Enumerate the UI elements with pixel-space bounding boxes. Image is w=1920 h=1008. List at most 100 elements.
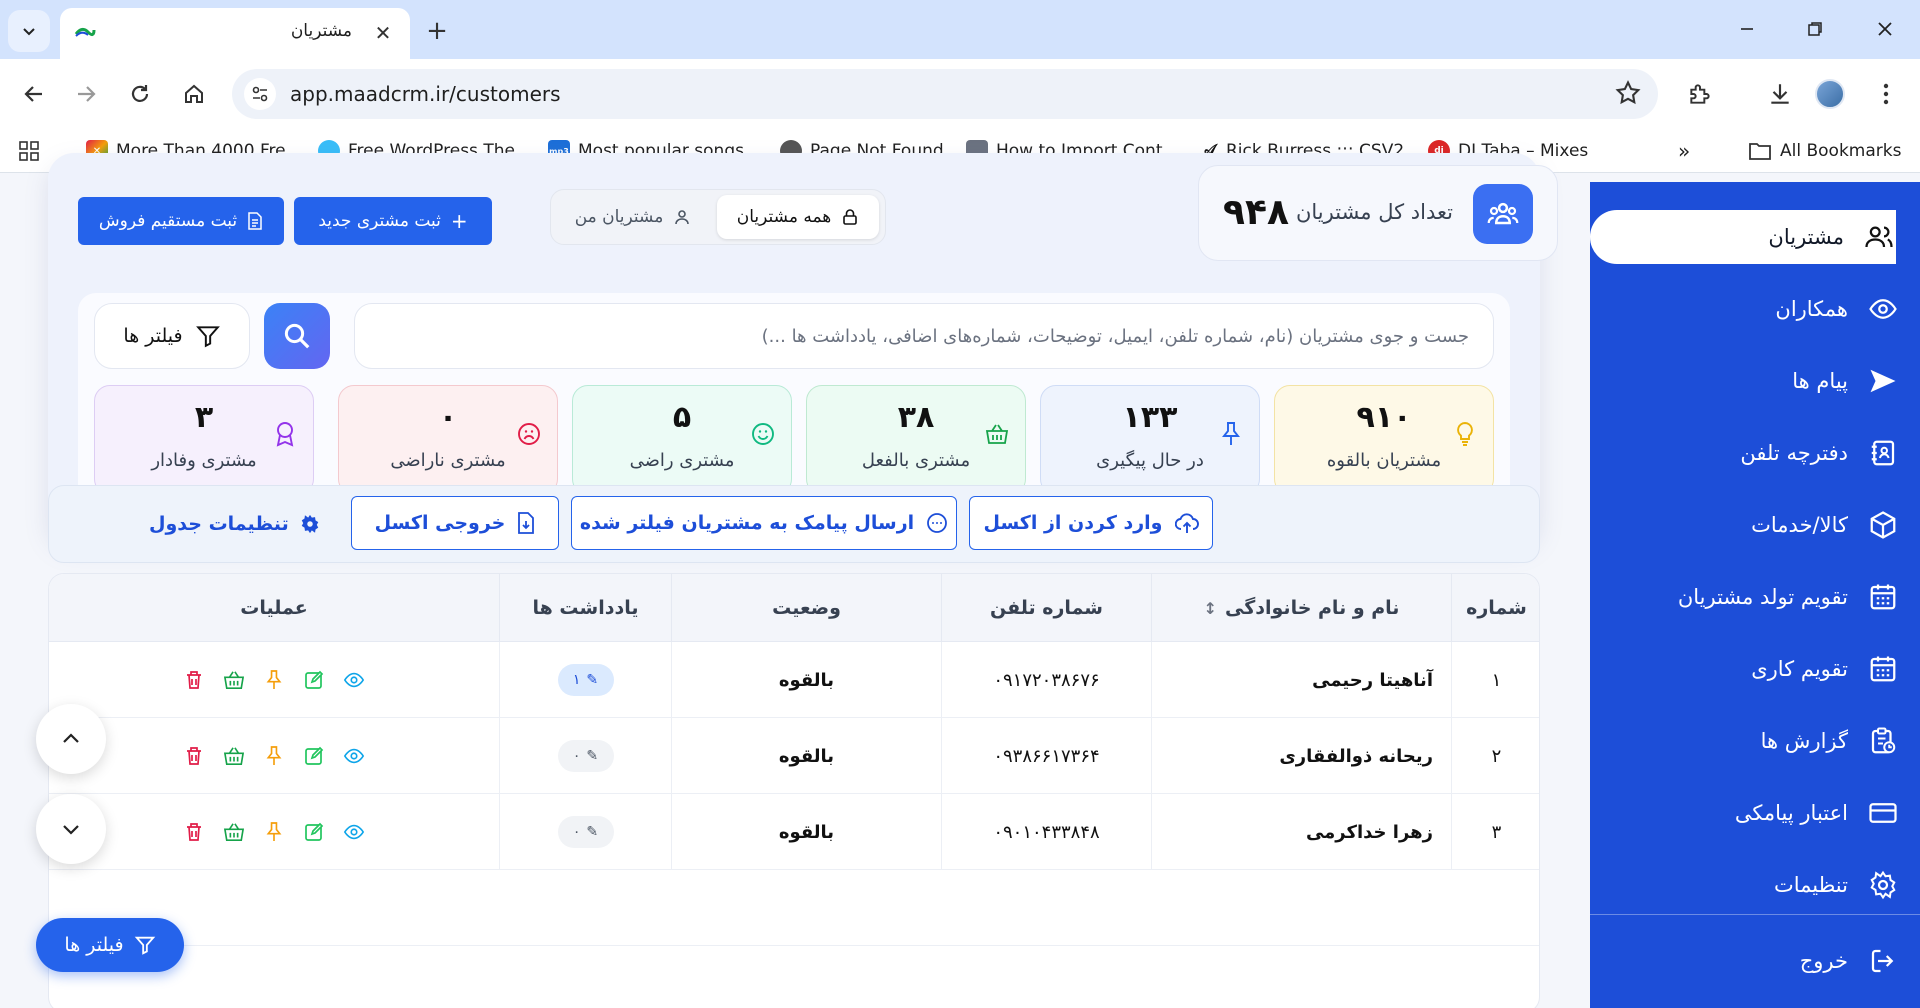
stat-following[interactable]: ۱۳۳ در حال پیگیری: [1040, 385, 1260, 495]
basket-icon[interactable]: [223, 745, 245, 767]
new-tab-button[interactable]: +: [420, 14, 454, 48]
floating-filters-button[interactable]: فیلتر ها: [36, 918, 184, 972]
sidebar-item-reports[interactable]: گزارش ها: [1590, 714, 1920, 768]
stat-potential[interactable]: ۹۱۰ مشتریان بالقوه: [1274, 385, 1494, 495]
menu-button[interactable]: [1866, 74, 1906, 114]
total-customers-value: ۹۴۸: [1223, 192, 1289, 233]
favicon-icon: [74, 27, 96, 37]
sidebar-item-phonebook[interactable]: دفترچه تلفن: [1590, 426, 1920, 480]
import-excel-button[interactable]: وارد کردن از اکسل: [969, 496, 1213, 550]
basket-icon[interactable]: [223, 669, 245, 691]
tab-my-customers[interactable]: مشتریان من: [557, 195, 709, 239]
sidebar-item-customers[interactable]: مشتریان: [1590, 210, 1896, 264]
chat-icon: [927, 513, 948, 533]
credit-card-icon: [1866, 796, 1900, 830]
sidebar-item-logout[interactable]: خروج: [1590, 934, 1920, 988]
minimize-button[interactable]: [1724, 12, 1770, 46]
edit-icon[interactable]: [303, 669, 325, 691]
eye-icon[interactable]: [343, 669, 365, 691]
back-button[interactable]: [14, 74, 54, 114]
home-button[interactable]: [174, 74, 214, 114]
main-content: تعداد کل مشتریان ۹۴۸ همه مشتریان مشتریان…: [0, 153, 1590, 1008]
sidebar-item-birthday-calendar[interactable]: تقویم تولد مشتریان: [1590, 570, 1920, 624]
more-bookmarks-icon[interactable]: »: [1678, 139, 1690, 163]
table-row: ۲ ریحانه ذوالفقاری ۰۹۳۸۶۶۱۷۳۶۴ بالقوه ✎ …: [49, 718, 1539, 794]
cell-operations: [49, 794, 499, 870]
pin-icon[interactable]: [263, 669, 285, 691]
address-bar[interactable]: app.maadcrm.ir/customers: [232, 69, 1658, 119]
notes-count: ۰: [572, 824, 581, 840]
column-phone: شماره تلفن: [941, 574, 1151, 642]
sidebar-item-messages[interactable]: پیام ها: [1590, 354, 1920, 408]
browser-tab[interactable]: مشتریان ✕: [60, 8, 410, 59]
forward-button[interactable]: [66, 74, 106, 114]
arrow-left-icon: [24, 86, 42, 102]
stat-label: مشتری ناراضی: [390, 450, 506, 471]
eye-icon[interactable]: [343, 821, 365, 843]
stat-loyal[interactable]: ۳ مشتری وفادار: [94, 385, 314, 495]
eye-icon[interactable]: [343, 745, 365, 767]
notes-count: ۰: [572, 748, 581, 764]
delete-icon[interactable]: [183, 745, 205, 767]
note-icon: ✎: [586, 748, 599, 764]
search-button[interactable]: [264, 303, 330, 369]
delete-icon[interactable]: [183, 669, 205, 691]
notes-badge[interactable]: ✎ ۰: [557, 740, 614, 772]
column-name[interactable]: نام و نام خانوادگی ↕: [1151, 574, 1451, 642]
notes-badge[interactable]: ✎ ۱: [557, 664, 614, 696]
send-sms-filtered-button[interactable]: ارسال پیامک به مشتریان فیلتر شده: [571, 496, 957, 550]
tab-all-customers[interactable]: همه مشتریان: [717, 195, 879, 239]
sidebar-item-settings[interactable]: تنظیمات: [1590, 858, 1920, 912]
cell-name[interactable]: آناهیتا رحیمی: [1151, 642, 1451, 718]
tab-search-button[interactable]: [8, 10, 50, 52]
sidebar-item-colleagues[interactable]: همکاران: [1590, 282, 1920, 336]
export-excel-button[interactable]: خروجی اکسل: [351, 496, 559, 550]
sidebar-item-products[interactable]: کالا/خدمات: [1590, 498, 1920, 552]
cell-number: ۲: [1451, 718, 1539, 794]
stat-satisfied[interactable]: ۵ مشتری راضی: [572, 385, 792, 495]
cell-name[interactable]: زهرا خداکرمی: [1151, 794, 1451, 870]
stat-label: مشتری وفادار: [151, 450, 257, 471]
notes-badge[interactable]: ✎ ۰: [557, 816, 614, 848]
pin-icon[interactable]: [263, 821, 285, 843]
restore-button[interactable]: [1792, 12, 1838, 46]
filters-button[interactable]: فیلتر ها: [94, 303, 250, 369]
scroll-down-button[interactable]: [36, 794, 106, 864]
search-input[interactable]: جست و جوی مشتریان (نام، شماره تلفن، ایمی…: [354, 303, 1494, 369]
close-window-button[interactable]: [1862, 12, 1908, 46]
sidebar-item-work-calendar[interactable]: تقویم کاری: [1590, 642, 1920, 696]
table-settings-button[interactable]: تنظیمات جدول: [149, 508, 321, 540]
cell-phone: ۰۹۱۷۲۰۳۸۶۷۶: [941, 642, 1151, 718]
reload-button[interactable]: [120, 74, 160, 114]
scroll-up-button[interactable]: [36, 704, 106, 774]
edit-icon[interactable]: [303, 745, 325, 767]
cell-name[interactable]: ریحانه ذوالفقاری: [1151, 718, 1451, 794]
stat-dissatisfied[interactable]: ۰ مشتری ناراضی: [338, 385, 558, 495]
pin-icon[interactable]: [263, 745, 285, 767]
sidebar: مشتریان همکاران پیام ها دفترچه تلفن کالا…: [1590, 182, 1920, 1008]
delete-icon[interactable]: [183, 821, 205, 843]
phonebook-icon: [1866, 436, 1900, 470]
filter-icon: [195, 326, 220, 348]
sidebar-item-sms-credit[interactable]: اعتبار پیامکی: [1590, 786, 1920, 840]
total-customers-label: تعداد کل مشتریان: [1295, 200, 1453, 224]
extensions-button[interactable]: [1680, 74, 1720, 114]
stat-actual[interactable]: ۳۸ مشتری بالفعل: [806, 385, 1026, 495]
add-customer-button[interactable]: + ثبت مشتری جدید: [294, 197, 492, 245]
sort-icon[interactable]: ↕: [1204, 599, 1217, 618]
cell-status: بالقوه: [671, 794, 941, 870]
close-tab-icon[interactable]: ✕: [370, 20, 396, 46]
column-number: شماره: [1451, 574, 1539, 642]
direct-sale-button[interactable]: ثبت مستقیم فروش: [78, 197, 284, 245]
bookmark-star-icon[interactable]: [1614, 79, 1642, 111]
tab-strip: مشتریان ✕ +: [0, 0, 1920, 59]
cell-phone: ۰۹۰۱۰۴۳۳۸۴۸: [941, 794, 1151, 870]
profile-avatar[interactable]: [1815, 79, 1845, 109]
site-info-icon[interactable]: [244, 78, 276, 110]
column-notes: یادداشت ها: [499, 574, 671, 642]
downloads-button[interactable]: [1760, 74, 1800, 114]
apps-icon[interactable]: [18, 139, 40, 163]
edit-icon[interactable]: [303, 821, 325, 843]
all-bookmarks[interactable]: All Bookmarks: [1748, 139, 1901, 163]
basket-icon[interactable]: [223, 821, 245, 843]
